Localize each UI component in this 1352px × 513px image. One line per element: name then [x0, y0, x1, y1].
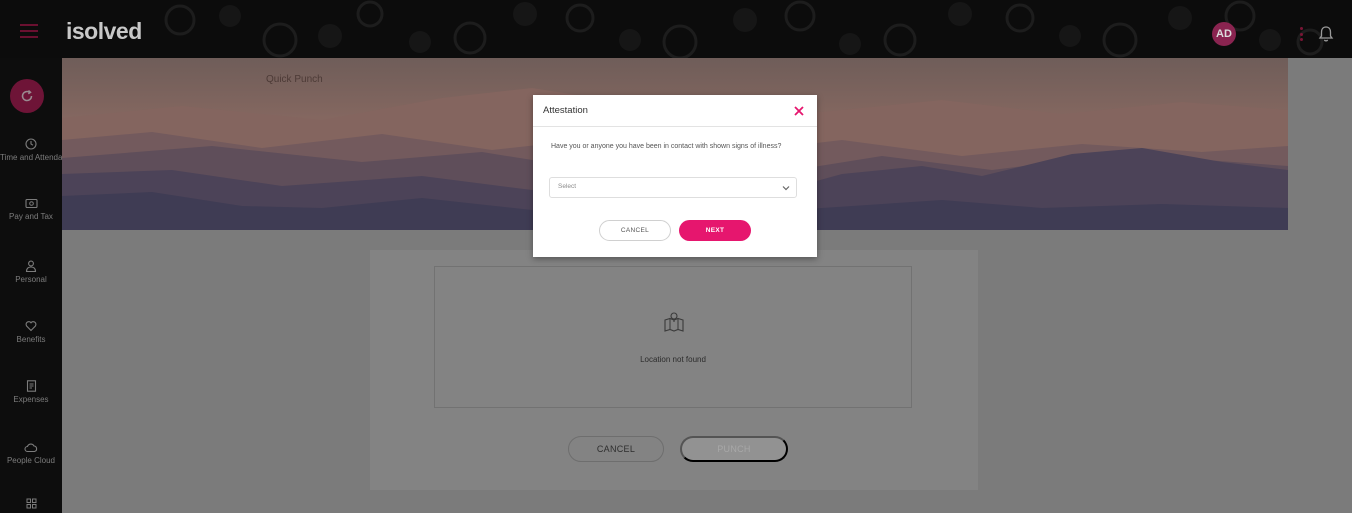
sidebar-item-personal[interactable]: Personal	[0, 260, 62, 285]
sidebar-item-people-cloud[interactable]: People Cloud	[0, 442, 62, 466]
top-bar: isolved AD	[0, 0, 1352, 58]
person-icon	[25, 260, 37, 272]
sidebar-item-label: Expenses	[13, 395, 49, 404]
map-location-icon	[664, 312, 684, 332]
sidebar-item-label: Time and Attendance	[0, 153, 62, 162]
sidebar-item-label: Personal	[15, 275, 47, 284]
sidebar-item-label: People Cloud	[6, 456, 56, 465]
apps-grid-icon	[26, 498, 36, 509]
quick-punch-card: Location not found CANCEL PUNCH	[370, 250, 978, 490]
clock-icon	[25, 138, 37, 150]
bell-icon[interactable]	[1318, 25, 1334, 43]
divider	[533, 126, 817, 127]
attestation-select[interactable]: Select	[549, 177, 797, 198]
dialog-cancel-button[interactable]: CANCEL	[599, 220, 671, 241]
cancel-button[interactable]: CANCEL	[568, 436, 664, 462]
sync-button[interactable]	[10, 79, 44, 113]
isolved-logo[interactable]: isolved	[66, 18, 142, 45]
select-value: Select	[558, 183, 577, 190]
sidebar-item-expenses[interactable]: Expenses	[0, 380, 62, 405]
punch-button[interactable]: PUNCH	[680, 436, 788, 462]
location-status-text: Location not found	[640, 355, 706, 364]
chevron-down-icon	[782, 186, 790, 191]
header-pattern	[164, 0, 1324, 58]
refresh-icon	[21, 89, 33, 102]
cloud-icon	[24, 443, 38, 453]
page-title: Quick Punch	[266, 74, 323, 85]
location-panel: Location not found	[434, 266, 912, 408]
menu-icon[interactable]	[20, 24, 38, 38]
attestation-dialog: Attestation Have you or anyone you have …	[533, 95, 817, 257]
sidebar-item-label: Benefits	[16, 335, 46, 344]
sidebar-item-pay-and-tax[interactable]: Pay and Tax	[0, 198, 62, 222]
attestation-question: Have you or anyone you have been in cont…	[551, 143, 782, 150]
dialog-title: Attestation	[543, 105, 588, 116]
sidebar-item-apps[interactable]	[0, 498, 62, 512]
sidebar-item-label: Pay and Tax	[9, 212, 53, 221]
receipt-icon	[26, 380, 36, 392]
sidebar-item-time-and-attendance[interactable]: Time and Attendance	[0, 138, 62, 163]
more-options-icon[interactable]	[1300, 27, 1303, 41]
close-icon[interactable]	[792, 104, 806, 118]
user-avatar[interactable]: AD	[1212, 22, 1236, 46]
sidebar-item-benefits[interactable]: Benefits	[0, 320, 62, 345]
left-sidebar: Time and Attendance Pay and Tax Personal…	[0, 58, 62, 513]
next-button[interactable]: NEXT	[679, 220, 751, 241]
heart-icon	[25, 321, 37, 332]
money-icon	[24, 198, 38, 209]
